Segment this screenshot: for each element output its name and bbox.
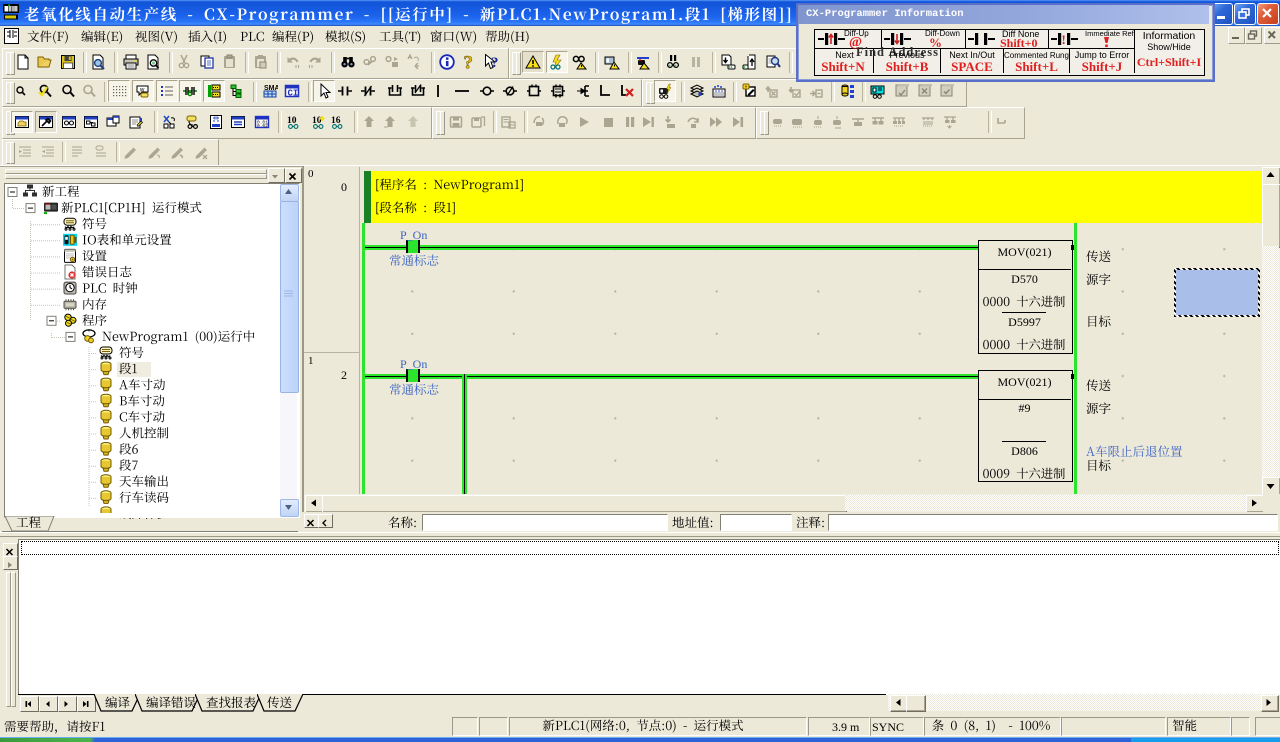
- svg-text:!: !: [1062, 32, 1066, 47]
